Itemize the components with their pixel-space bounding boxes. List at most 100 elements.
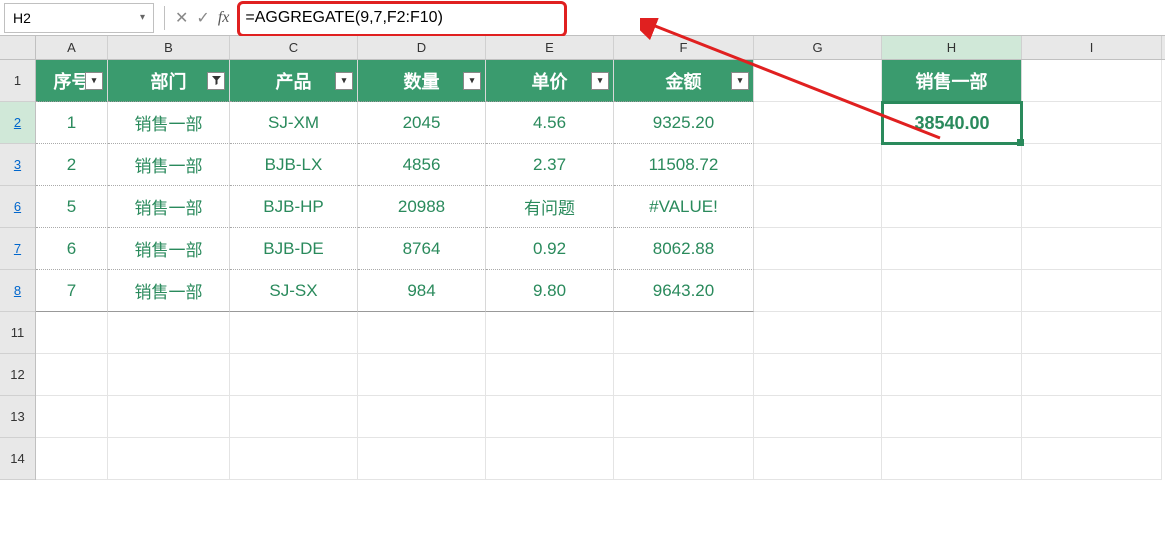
row-header-8[interactable]: 8 [0,270,35,312]
cell[interactable] [882,396,1022,438]
cell[interactable] [358,438,486,480]
cell-qty[interactable]: 984 [358,270,486,312]
cell-price[interactable]: 0.92 [486,228,614,270]
filter-icon[interactable]: ▾ [335,72,353,90]
cell-product[interactable]: BJB-LX [230,144,358,186]
cell-amount[interactable]: 9643.20 [614,270,754,312]
col-header-C[interactable]: C [230,36,358,59]
col-header-A[interactable]: A [36,36,108,59]
col-header-H[interactable]: H [882,36,1022,59]
cell[interactable] [614,354,754,396]
row-header-14[interactable]: 14 [0,438,35,480]
summary-value-cell[interactable]: 38540.00 [882,102,1022,144]
filter-icon[interactable]: ▾ [731,72,749,90]
filter-icon[interactable]: ▾ [591,72,609,90]
name-box[interactable]: H2 ▾ [4,3,154,33]
filter-icon[interactable]: ▾ [463,72,481,90]
cell-amount[interactable]: 11508.72 [614,144,754,186]
cell[interactable] [358,312,486,354]
cell[interactable] [36,396,108,438]
cell[interactable] [754,396,882,438]
cell-qty[interactable]: 8764 [358,228,486,270]
row-header-6[interactable]: 6 [0,186,35,228]
cell[interactable] [882,354,1022,396]
cell[interactable] [882,270,1022,312]
cell[interactable] [882,228,1022,270]
row-header-1[interactable]: 1 [0,60,35,102]
cell[interactable] [36,438,108,480]
cell[interactable] [754,102,882,144]
cell-dept[interactable]: 销售一部 [108,228,230,270]
cell-seq[interactable]: 7 [36,270,108,312]
cell[interactable] [230,354,358,396]
col-header-G[interactable]: G [754,36,882,59]
cell[interactable] [108,396,230,438]
cell[interactable] [1022,270,1162,312]
cell[interactable] [36,354,108,396]
col-header-I[interactable]: I [1022,36,1162,59]
row-header-13[interactable]: 13 [0,396,35,438]
cell-qty[interactable]: 4856 [358,144,486,186]
filter-funnel-icon[interactable] [207,72,225,90]
cell[interactable] [614,396,754,438]
cell-amount[interactable]: 9325.20 [614,102,754,144]
cell[interactable] [230,396,358,438]
cell[interactable] [754,144,882,186]
summary-header[interactable]: 销售一部 [882,60,1022,102]
cell[interactable] [358,396,486,438]
cell-seq[interactable]: 5 [36,186,108,228]
cancel-icon[interactable]: ✕ [175,8,188,28]
cell[interactable] [882,144,1022,186]
cell[interactable] [1022,312,1162,354]
cell-dept[interactable]: 销售一部 [108,270,230,312]
cell[interactable] [1022,228,1162,270]
header-seq[interactable]: 序号 ▾ [36,60,108,102]
cell[interactable] [754,354,882,396]
cell[interactable] [882,438,1022,480]
row-header-3[interactable]: 3 [0,144,35,186]
cell-seq[interactable]: 2 [36,144,108,186]
formula-input[interactable]: =AGGREGATE(9,7,F2:F10) [233,3,1165,33]
header-amount[interactable]: 金额 ▾ [614,60,754,102]
header-price[interactable]: 单价 ▾ [486,60,614,102]
cell[interactable] [108,354,230,396]
select-all-corner[interactable] [0,36,35,60]
cell[interactable] [108,312,230,354]
cell-amount[interactable]: 8062.88 [614,228,754,270]
enter-icon[interactable]: ✓ [196,8,209,28]
header-dept[interactable]: 部门 [108,60,230,102]
cell-product[interactable]: SJ-XM [230,102,358,144]
cell-price[interactable]: 9.80 [486,270,614,312]
cell[interactable] [754,438,882,480]
col-header-B[interactable]: B [108,36,230,59]
row-header-2[interactable]: 2 [0,102,35,144]
cell-dept[interactable]: 销售一部 [108,102,230,144]
cell[interactable] [614,312,754,354]
cell[interactable] [754,186,882,228]
col-header-F[interactable]: F [614,36,754,59]
cell-price[interactable]: 2.37 [486,144,614,186]
col-header-E[interactable]: E [486,36,614,59]
cell[interactable] [614,438,754,480]
cell-price[interactable]: 有问题 [486,186,614,228]
header-product[interactable]: 产品 ▾ [230,60,358,102]
cell[interactable] [1022,102,1162,144]
cell[interactable] [486,438,614,480]
cell[interactable] [1022,396,1162,438]
cell[interactable] [754,60,882,102]
cell[interactable] [754,270,882,312]
cell[interactable] [754,312,882,354]
cell[interactable] [1022,60,1162,102]
cell[interactable] [36,312,108,354]
cell[interactable] [1022,144,1162,186]
cell-seq[interactable]: 1 [36,102,108,144]
cell-amount[interactable]: #VALUE! [614,186,754,228]
col-header-D[interactable]: D [358,36,486,59]
cell[interactable] [754,228,882,270]
cell[interactable] [486,312,614,354]
cell[interactable] [882,186,1022,228]
cell-dept[interactable]: 销售一部 [108,186,230,228]
cell[interactable] [1022,186,1162,228]
cell-seq[interactable]: 6 [36,228,108,270]
fx-icon[interactable]: fx [218,9,230,27]
